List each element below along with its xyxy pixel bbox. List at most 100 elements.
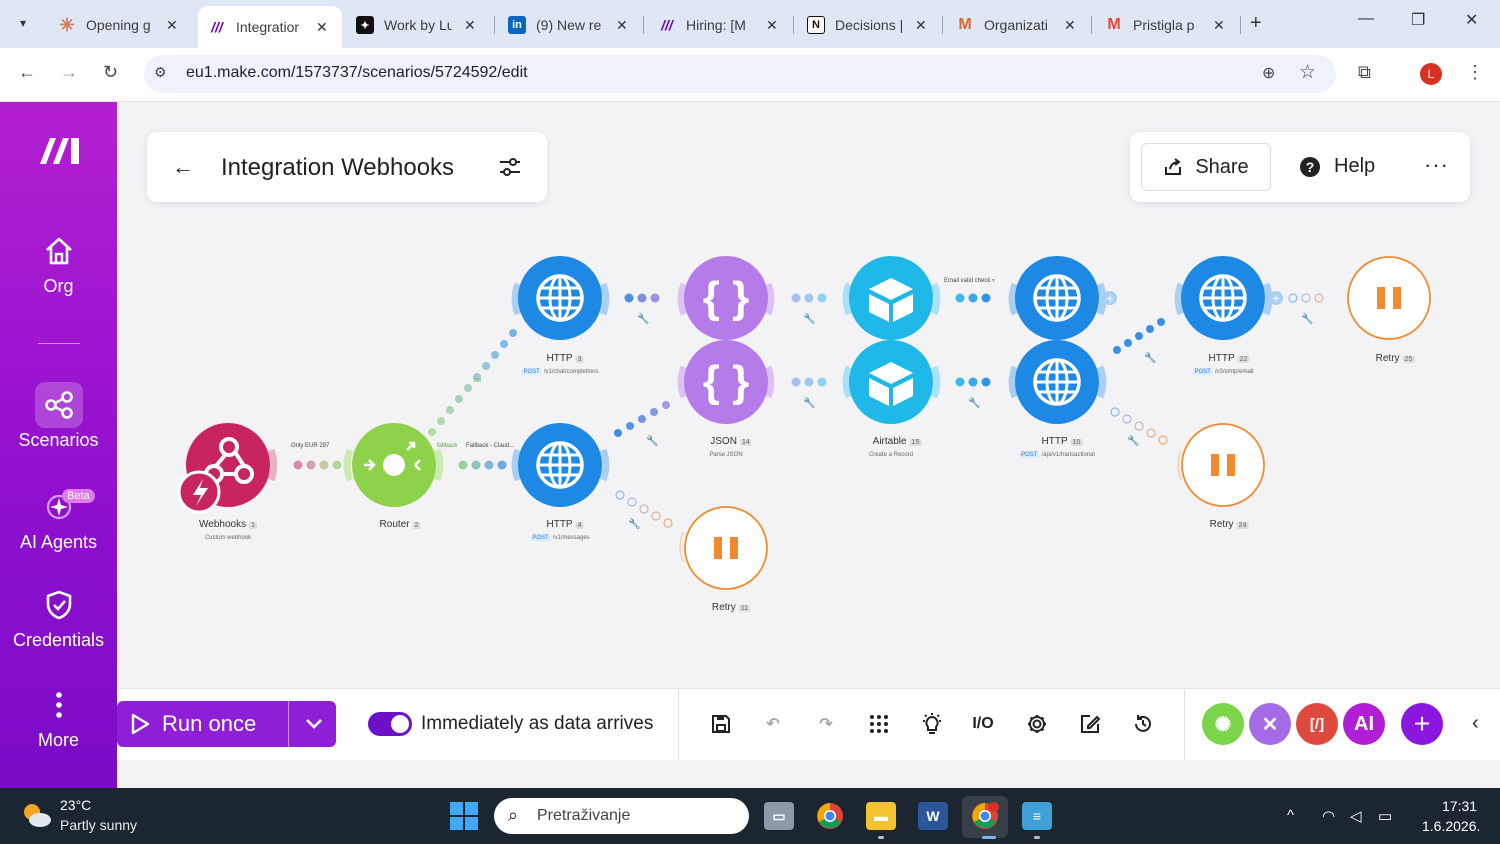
clock-time[interactable]: 17:31 [1442, 798, 1477, 814]
sidebar-item-credentials[interactable]: Credentials [0, 588, 117, 651]
close-tab-icon[interactable]: ✕ [166, 17, 178, 34]
minimize-icon[interactable]: — [1358, 10, 1374, 28]
weather-description[interactable]: Partly sunny [60, 817, 137, 833]
notes-edit-icon[interactable] [1078, 712, 1102, 736]
bookmark-star-icon[interactable]: ☆ [1299, 61, 1316, 84]
chrome-icon[interactable] [815, 802, 845, 830]
connection-http4-json[interactable] [614, 401, 670, 437]
sidebar-item-more[interactable]: More [0, 688, 117, 751]
extensions-icon[interactable]: ⧉ [1358, 62, 1371, 83]
connection-router-http4[interactable] [458, 460, 507, 470]
zoom-icon[interactable]: ⊕ [1262, 63, 1275, 83]
help-button[interactable]: ? Help [1300, 155, 1375, 178]
save-icon[interactable] [709, 712, 733, 736]
close-tab-icon[interactable]: ✕ [464, 17, 476, 34]
browser-tab[interactable]: ✦ Work by Lu ✕ [346, 8, 476, 42]
connection-http4-retry[interactable] [615, 490, 673, 528]
close-tab-icon[interactable]: ✕ [1213, 17, 1225, 34]
weather-temperature[interactable]: 23°C [60, 797, 91, 813]
undo-icon[interactable]: ↶ [761, 712, 785, 736]
sidebar-item-scenarios[interactable]: Scenarios [0, 388, 117, 451]
windows-start-icon[interactable] [450, 802, 478, 830]
close-tab-icon[interactable]: ✕ [1064, 17, 1076, 34]
url-text[interactable]: eu1.make.com/1573737/scenarios/5724592/e… [186, 64, 528, 82]
module-json-14[interactable] [677, 340, 775, 424]
clock-date[interactable]: 1.6.2026. [1422, 818, 1480, 834]
add-module-button[interactable]: + [1401, 703, 1443, 745]
browser-tab[interactable]: /// Hiring: [M ✕ [648, 8, 778, 42]
file-explorer-icon[interactable]: ▬ [866, 802, 896, 830]
forward-icon[interactable]: → [60, 62, 78, 83]
filter-label[interactable]: Email valid check ▿ [944, 277, 995, 284]
browser-tab[interactable]: N Decisions | ✕ [797, 8, 927, 42]
connection-airtable2-http10[interactable] [955, 377, 991, 387]
partly-sunny-icon[interactable] [20, 800, 52, 830]
share-button[interactable]: Share [1141, 143, 1271, 191]
battery-icon[interactable]: ▭ [1378, 807, 1392, 825]
module-http-10[interactable] [1008, 340, 1107, 424]
browser-tab[interactable]: M Pristigla p ✕ [1095, 8, 1225, 42]
scenario-gear-icon[interactable] [1025, 712, 1049, 736]
module-http-4[interactable] [511, 423, 610, 507]
text-parser-app-button[interactable]: [/] [1296, 703, 1338, 745]
connection-webhook-router[interactable] [293, 460, 342, 470]
module-http-email-check[interactable]: + [1008, 256, 1117, 340]
io-settings-icon[interactable]: I/O [971, 712, 995, 736]
scenario-title[interactable]: Integration Webhooks [221, 154, 454, 182]
filter-label[interactable]: Only EUR 297 [291, 443, 329, 449]
run-once-button[interactable]: Run once [117, 701, 336, 747]
auto-align-icon[interactable] [867, 712, 891, 736]
module-json-top[interactable] [677, 256, 775, 340]
connection-http10-http22[interactable] [1113, 318, 1165, 354]
explain-flow-lightbulb-icon[interactable] [920, 712, 944, 736]
restore-icon[interactable]: ❐ [1411, 10, 1425, 30]
chevron-down-icon[interactable] [303, 713, 325, 735]
close-tab-icon[interactable]: ✕ [915, 17, 927, 34]
module-router[interactable] [343, 423, 444, 507]
browser-menu-icon[interactable]: ⋮ [1466, 62, 1484, 83]
module-http-22[interactable]: + [1174, 256, 1283, 340]
module-airtable-top[interactable] [842, 256, 941, 340]
volume-icon[interactable]: ◁ [1350, 807, 1362, 825]
connection-airtable-http[interactable] [955, 293, 991, 303]
scenario-settings-icon[interactable] [498, 156, 522, 178]
wifi-icon[interactable]: ◠ [1322, 807, 1335, 825]
close-tab-icon[interactable]: ✕ [316, 19, 328, 36]
module-retry-24[interactable] [1177, 423, 1265, 507]
module-retry-11[interactable] [679, 506, 768, 590]
taskbar-search-input[interactable]: ⌕ Pretraživanje [494, 798, 749, 834]
filter-label[interactable]: Fallback - Claud... [466, 443, 514, 449]
module-webhooks[interactable] [177, 423, 278, 514]
module-http-3[interactable] [511, 256, 610, 340]
chrome-profile-icon[interactable] [970, 802, 1000, 830]
profile-avatar[interactable]: L [1420, 63, 1442, 85]
word-icon[interactable]: W [918, 802, 948, 830]
close-tab-icon[interactable]: ✕ [616, 17, 628, 34]
schedule-toggle[interactable] [368, 712, 412, 736]
sidebar-item-org[interactable]: Org [0, 234, 117, 297]
task-view-icon[interactable]: ▭ [764, 802, 794, 830]
ai-app-button[interactable]: AI [1343, 703, 1385, 745]
make-logo-icon[interactable] [38, 134, 82, 166]
new-tab-icon[interactable]: + [1250, 12, 1262, 35]
sidebar-item-ai-agents[interactable]: AI Agents [0, 490, 117, 553]
collapse-toolbar-chevron-icon[interactable]: ‹ [1472, 712, 1479, 735]
site-settings-icon[interactable]: ⚙ [154, 64, 167, 81]
browser-tab[interactable]: in (9) New re ✕ [498, 8, 628, 42]
connection-json2-airtable2[interactable] [791, 377, 827, 387]
connection-http22-retry[interactable] [1288, 293, 1324, 303]
connection-json-airtable[interactable] [791, 293, 827, 303]
schedule-label[interactable]: Immediately as data arrives [421, 713, 653, 735]
reload-icon[interactable]: ↻ [103, 62, 118, 83]
back-arrow-icon[interactable]: ← [172, 154, 194, 180]
more-options-icon[interactable]: ··· [1424, 152, 1449, 178]
close-window-icon[interactable]: ✕ [1465, 10, 1478, 30]
back-icon[interactable]: ← [18, 62, 36, 83]
notepad-icon[interactable]: ≡ [1022, 802, 1052, 830]
close-tab-icon[interactable]: ✕ [766, 17, 778, 34]
browser-tab[interactable]: ✳ Opening g ✕ [48, 8, 178, 42]
connection-http3-json[interactable] [624, 293, 660, 303]
history-icon[interactable] [1131, 712, 1155, 736]
show-hidden-icons-chevron-icon[interactable]: ^ [1287, 807, 1294, 824]
browser-tab-active[interactable]: /// Integratior ✕ [198, 6, 342, 48]
